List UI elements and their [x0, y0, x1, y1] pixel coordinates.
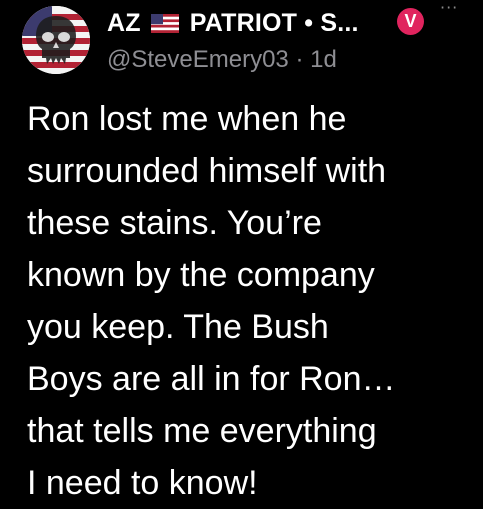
- more-options-icon[interactable]: ···: [440, 0, 470, 16]
- tweet-text-line: Ron lost me when he: [27, 100, 347, 138]
- tweet-text-line: I need to know!: [27, 464, 258, 502]
- punisher-skull-flag-avatar-icon: [22, 6, 90, 74]
- tweet-text-line: these stains. You’re: [27, 204, 322, 242]
- avatar[interactable]: [22, 6, 90, 74]
- author-name-prefix[interactable]: AZ: [107, 9, 141, 38]
- author-name-suffix[interactable]: PATRIOT • S...: [190, 9, 359, 38]
- tweet-text-line: known by the company: [27, 256, 375, 294]
- tweet-body: Ron lost me when he surrounded himself w…: [27, 93, 477, 509]
- author-name-row[interactable]: AZ PATRIOT • S...: [107, 6, 359, 40]
- tweet-text-line: you keep. The Bush: [27, 308, 329, 346]
- tweet-text-line: surrounded himself with: [27, 152, 387, 190]
- tweet-text-line: that tells me everything: [27, 412, 377, 450]
- tweet-timestamp[interactable]: 1d: [310, 46, 337, 73]
- tweet-text-line: Boys are all in for Ron…: [27, 360, 396, 398]
- verified-badge-icon: V: [397, 8, 424, 35]
- meta-separator: ·: [295, 46, 304, 73]
- tweet-card: AZ PATRIOT • S... V ··· @SteveEmery03 · …: [0, 0, 483, 502]
- us-flag-icon: [150, 13, 179, 33]
- author-handle-row: @SteveEmery03 · 1d: [107, 45, 337, 75]
- author-handle[interactable]: @SteveEmery03: [107, 46, 289, 73]
